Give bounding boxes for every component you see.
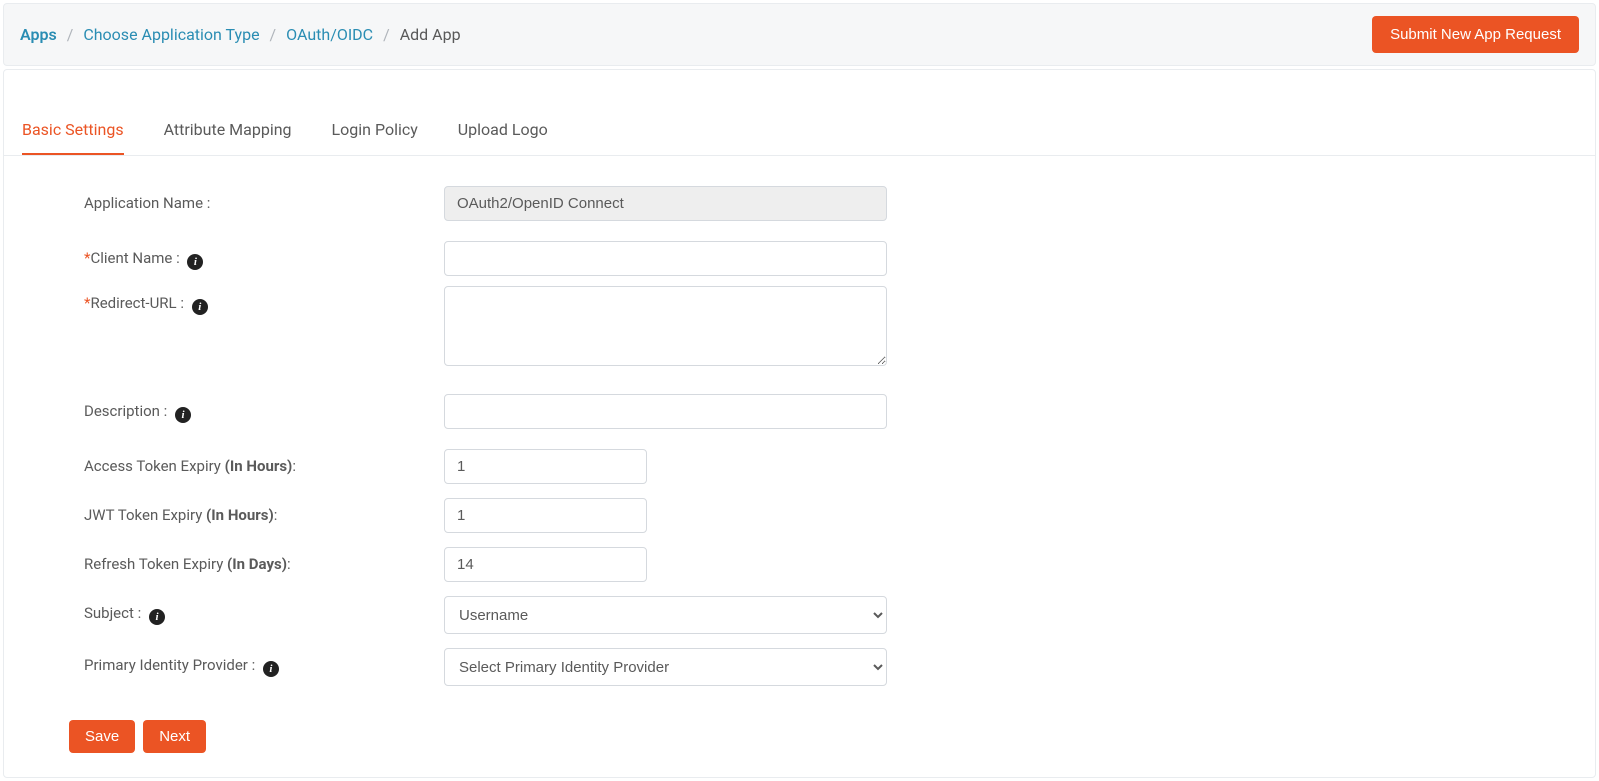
breadcrumb-apps[interactable]: Apps	[20, 25, 57, 44]
refresh-token-expiry-input[interactable]	[444, 547, 647, 582]
breadcrumb: Apps / Choose Application Type / OAuth/O…	[20, 25, 461, 44]
access-token-expiry-input[interactable]	[444, 449, 647, 484]
tab-basic-settings[interactable]: Basic Settings	[22, 110, 124, 155]
tab-upload-logo[interactable]: Upload Logo	[458, 110, 548, 155]
info-icon[interactable]: i	[187, 254, 203, 270]
jwt-token-expiry-input[interactable]	[444, 498, 647, 533]
tab-login-policy[interactable]: Login Policy	[332, 110, 418, 155]
breadcrumb-separator: /	[270, 25, 277, 44]
breadcrumb-separator: /	[67, 25, 74, 44]
info-icon[interactable]: i	[149, 609, 165, 625]
client-name-label: *Client Name : i	[84, 241, 444, 270]
save-button[interactable]: Save	[69, 720, 135, 753]
description-input[interactable]	[444, 394, 887, 429]
primary-idp-select[interactable]: Select Primary Identity Provider	[444, 648, 887, 686]
tabs: Basic Settings Attribute Mapping Login P…	[4, 110, 1595, 156]
subject-label: Subject : i	[84, 596, 444, 625]
refresh-token-expiry-label: Refresh Token Expiry (In Days):	[84, 547, 444, 573]
client-name-input[interactable]	[444, 241, 887, 276]
info-icon[interactable]: i	[263, 661, 279, 677]
info-icon[interactable]: i	[192, 299, 208, 315]
subject-select[interactable]: Username	[444, 596, 887, 634]
application-name-input	[444, 186, 887, 221]
redirect-url-label: *Redirect-URL : i	[84, 286, 444, 315]
breadcrumb-oauth[interactable]: OAuth/OIDC	[286, 25, 373, 44]
access-token-expiry-label: Access Token Expiry (In Hours):	[84, 449, 444, 475]
description-label: Description : i	[84, 394, 444, 423]
submit-new-app-button[interactable]: Submit New App Request	[1372, 16, 1579, 53]
redirect-url-input[interactable]	[444, 286, 887, 366]
application-name-label: Application Name :	[84, 186, 444, 212]
breadcrumb-choose-type[interactable]: Choose Application Type	[83, 25, 259, 44]
jwt-token-expiry-label: JWT Token Expiry (In Hours):	[84, 498, 444, 524]
info-icon[interactable]: i	[175, 407, 191, 423]
primary-idp-label: Primary Identity Provider : i	[84, 648, 444, 677]
breadcrumb-separator: /	[383, 25, 390, 44]
next-button[interactable]: Next	[143, 720, 206, 753]
tab-attribute-mapping[interactable]: Attribute Mapping	[164, 110, 292, 155]
breadcrumb-current: Add App	[400, 25, 461, 44]
